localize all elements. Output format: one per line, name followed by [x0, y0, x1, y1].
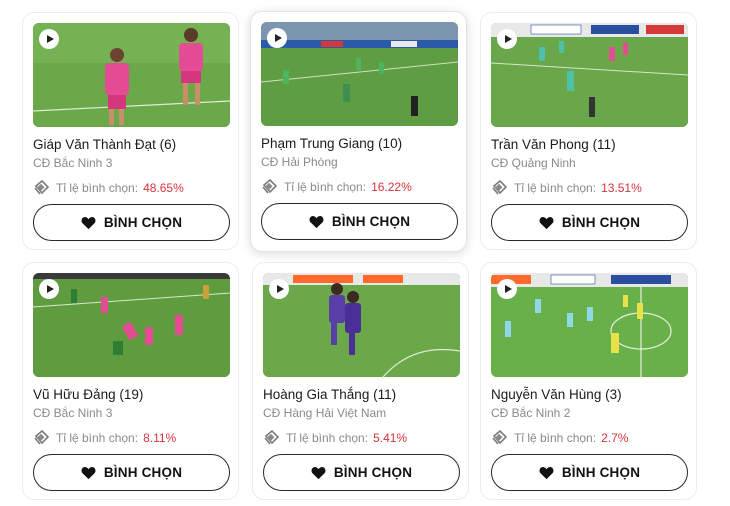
- player-card: Giáp Văn Thành Đạt (6) CĐ Bắc Ninh 3 Tỉ …: [22, 12, 239, 250]
- player-team: CĐ Bắc Ninh 3: [33, 156, 113, 170]
- vote-rate-label: Tỉ lệ bình chọn:: [286, 431, 369, 445]
- play-icon[interactable]: [39, 29, 59, 49]
- player-card: Nguyễn Văn Hùng (3) CĐ Bắc Ninh 2 Tỉ lệ …: [480, 262, 697, 500]
- ticket-icon: [492, 180, 507, 195]
- ticket-icon: [264, 430, 279, 445]
- player-vote-grid: Giáp Văn Thành Đạt (6) CĐ Bắc Ninh 3 Tỉ …: [0, 0, 730, 506]
- play-icon[interactable]: [497, 29, 517, 49]
- ticket-icon: [34, 180, 49, 195]
- vote-button-label: BÌNH CHỌN: [333, 465, 413, 480]
- vote-button[interactable]: BÌNH CHỌN: [33, 204, 230, 241]
- vote-button-label: BÌNH CHỌN: [103, 215, 183, 230]
- vote-rate-label: Tỉ lệ bình chọn:: [56, 181, 139, 195]
- vote-rate: Tỉ lệ bình chọn: 13.51%: [491, 180, 642, 196]
- vote-rate: Tỉ lệ bình chọn: 16.22%: [261, 179, 412, 195]
- vote-rate-value: 48.65%: [143, 181, 184, 195]
- ticket-icon: [34, 430, 49, 445]
- player-name: Hoàng Gia Thắng (11): [263, 387, 397, 402]
- heart-icon: [81, 216, 96, 229]
- vote-button[interactable]: BÌNH CHỌN: [491, 204, 688, 241]
- vote-rate-value: 13.51%: [601, 181, 642, 195]
- vote-rate: Tỉ lệ bình chọn: 48.65%: [33, 180, 184, 196]
- ticket-icon: [492, 430, 507, 445]
- vote-rate-label: Tỉ lệ bình chọn:: [56, 431, 139, 445]
- player-name: Phạm Trung Giang (10): [261, 136, 403, 151]
- video-thumbnail[interactable]: [491, 23, 688, 127]
- player-name: Vũ Hữu Đảng (19): [33, 387, 144, 402]
- vote-rate: Tỉ lệ bình chọn: 8.11%: [33, 430, 176, 446]
- play-icon[interactable]: [497, 279, 517, 299]
- vote-rate: Tỉ lệ bình chọn: 2.7%: [491, 430, 628, 446]
- player-team: CĐ Hàng Hải Việt Nam: [263, 406, 387, 420]
- heart-icon: [309, 215, 324, 228]
- video-thumbnail[interactable]: [491, 273, 688, 377]
- ticket-icon: [262, 179, 277, 194]
- player-team: CĐ Quảng Ninh: [491, 156, 576, 170]
- vote-rate-value: 5.41%: [373, 431, 408, 445]
- play-icon[interactable]: [39, 279, 59, 299]
- player-card: Hoàng Gia Thắng (11) CĐ Hàng Hải Việt Na…: [252, 262, 469, 500]
- heart-icon: [539, 216, 554, 229]
- vote-rate-value: 16.22%: [371, 180, 412, 194]
- vote-rate-label: Tỉ lệ bình chọn:: [284, 180, 367, 194]
- vote-rate: Tỉ lệ bình chọn: 5.41%: [263, 430, 407, 446]
- heart-icon: [81, 466, 96, 479]
- player-name: Trần Văn Phong (11): [491, 137, 616, 152]
- player-name: Nguyễn Văn Hùng (3): [491, 387, 622, 402]
- player-team: CĐ Bắc Ninh 2: [491, 406, 571, 420]
- player-card: Trần Văn Phong (11) CĐ Quảng Ninh Tỉ lệ …: [480, 12, 697, 250]
- vote-rate-value: 8.11%: [143, 431, 177, 445]
- player-team: CĐ Hải Phòng: [261, 155, 338, 169]
- vote-button[interactable]: BÌNH CHỌN: [491, 454, 688, 491]
- vote-button[interactable]: BÌNH CHỌN: [261, 203, 458, 240]
- video-thumbnail[interactable]: [261, 22, 458, 126]
- video-thumbnail[interactable]: [33, 273, 230, 377]
- vote-button[interactable]: BÌNH CHỌN: [263, 454, 460, 491]
- video-thumbnail[interactable]: [33, 23, 230, 127]
- vote-button[interactable]: BÌNH CHỌN: [33, 454, 230, 491]
- play-icon[interactable]: [267, 28, 287, 48]
- vote-rate-label: Tỉ lệ bình chọn:: [514, 181, 597, 195]
- vote-rate-label: Tỉ lệ bình chọn:: [514, 431, 597, 445]
- player-name: Giáp Văn Thành Đạt (6): [33, 137, 177, 152]
- heart-icon: [311, 466, 326, 479]
- play-icon[interactable]: [269, 279, 289, 299]
- player-team: CĐ Bắc Ninh 3: [33, 406, 113, 420]
- vote-rate-value: 2.7%: [601, 431, 629, 445]
- player-card: Phạm Trung Giang (10) CĐ Hải Phòng Tỉ lệ…: [250, 11, 467, 252]
- vote-button-label: BÌNH CHỌN: [561, 465, 641, 480]
- video-thumbnail[interactable]: [263, 273, 460, 377]
- vote-button-label: BÌNH CHỌN: [561, 215, 641, 230]
- heart-icon: [539, 466, 554, 479]
- player-card: Vũ Hữu Đảng (19) CĐ Bắc Ninh 3 Tỉ lệ bìn…: [22, 262, 239, 500]
- vote-button-label: BÌNH CHỌN: [103, 465, 183, 480]
- vote-button-label: BÌNH CHỌN: [331, 214, 411, 229]
